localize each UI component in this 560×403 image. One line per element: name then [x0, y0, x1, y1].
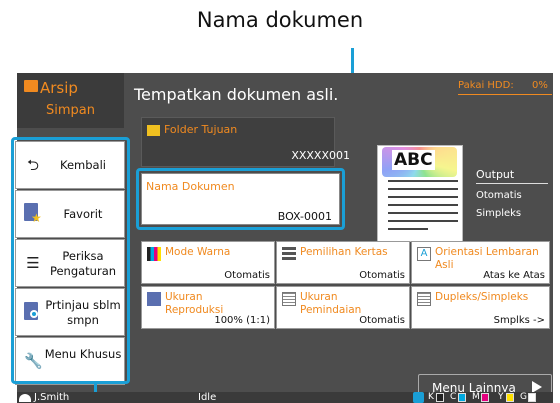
color-mode-button[interactable]: Mode Warna Otomatis — [141, 241, 275, 284]
destination-folder-value: XXXXX001 — [291, 149, 350, 162]
app-title: Arsip — [40, 79, 78, 97]
duplex-simplex-button[interactable]: Dupleks/Simpleks Smplks -> — [411, 286, 550, 329]
output-value-1: Otomatis — [476, 190, 522, 201]
ink-m-label: M — [472, 392, 480, 402]
ink-g-label: G — [520, 392, 527, 402]
paper-tray-icon — [282, 247, 296, 261]
paper-selection-value: Otomatis — [359, 270, 405, 281]
ink-g-level — [528, 393, 536, 402]
preview-text-line — [388, 228, 428, 230]
status-state: Idle — [198, 392, 217, 403]
preview-text-line — [388, 188, 458, 190]
preview-sample-text: ABC — [392, 150, 435, 170]
output-value-2: Simpleks — [476, 208, 522, 219]
hdd-usage-value: 0% — [532, 80, 548, 91]
duplex-simplex-label: Dupleks/Simpleks — [435, 291, 529, 303]
preview-text-line — [388, 212, 458, 214]
hdd-usage-bar — [458, 94, 552, 95]
preview-text-line — [388, 220, 458, 222]
reproduction-size-icon — [147, 292, 161, 306]
ink-k-level — [436, 393, 444, 402]
original-orientation-button[interactable]: A Orientasi Lembaran Asli Atas ke Atas — [411, 241, 550, 284]
callout-title: Nama dokumen — [196, 8, 364, 32]
ink-y-label: Y — [498, 392, 504, 402]
reproduction-size-label: Ukuran Reproduksi — [165, 291, 224, 316]
preview-text-line — [388, 196, 458, 198]
instruction-message: Tempatkan dokumen asli. — [134, 85, 339, 104]
color-mode-value: Otomatis — [224, 270, 270, 281]
scan-size-icon — [282, 292, 296, 306]
ink-m-level — [481, 393, 489, 402]
original-orientation-label: Orientasi Lembaran Asli — [435, 246, 539, 271]
destination-folder-icon — [147, 125, 160, 136]
ink-c-level — [458, 393, 466, 402]
color-mode-label: Mode Warna — [165, 246, 231, 258]
ink-y-level — [506, 393, 514, 402]
scan-size-value: Otomatis — [359, 315, 405, 326]
duplex-icon — [417, 292, 431, 306]
paper-selection-label: Pemilihan Kertas — [300, 246, 388, 258]
destination-folder-label: Folder Tujuan — [164, 123, 238, 136]
color-mode-icon — [147, 247, 161, 261]
sidebar-highlight-frame — [11, 137, 130, 384]
preview-text-line — [388, 204, 458, 206]
folder-icon — [24, 80, 38, 92]
preview-text-line — [388, 180, 458, 182]
reproduction-size-button[interactable]: Ukuran Reproduksi 100% (1:1) — [141, 286, 275, 329]
paper-selection-button[interactable]: Pemilihan Kertas Otomatis — [276, 241, 410, 284]
output-label: Output — [476, 168, 515, 181]
user-icon — [19, 394, 31, 402]
scan-size-button[interactable]: Ukuran Pemindaian Otomatis — [276, 286, 410, 329]
output-divider — [476, 183, 548, 184]
document-name-value: BOX-0001 — [277, 210, 332, 223]
orientation-icon: A — [417, 247, 431, 261]
ink-c-label: C — [450, 392, 457, 402]
ink-k-label: K — [428, 392, 434, 402]
original-orientation-value: Atas ke Atas — [483, 270, 545, 281]
hdd-usage-label: Pakai HDD: — [458, 80, 514, 91]
duplex-simplex-value: Smplks -> — [493, 315, 545, 326]
scan-size-label: Ukuran Pemindaian — [300, 291, 362, 316]
app-subtitle: Simpan — [46, 103, 95, 118]
sync-icon — [413, 392, 424, 403]
reproduction-size-value: 100% (1:1) — [214, 315, 270, 326]
document-name-label: Nama Dokumen — [146, 180, 235, 193]
status-user: J.Smith — [34, 392, 70, 403]
